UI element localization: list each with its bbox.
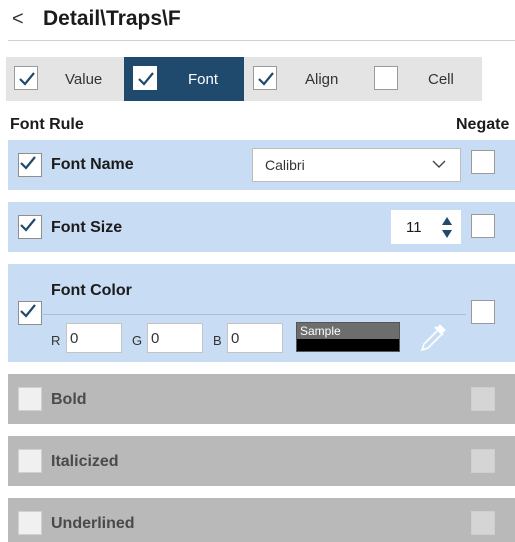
checkmark-icon <box>258 72 274 86</box>
font-color-checkbox[interactable] <box>18 301 42 325</box>
italic-checkbox[interactable] <box>18 449 42 473</box>
font-name-row: Font Name Calibri <box>8 140 515 190</box>
blue-label: B <box>213 333 222 348</box>
color-sample-swatch <box>297 339 399 351</box>
tab-align[interactable]: Align <box>244 57 364 101</box>
tab-value-checkbox[interactable] <box>14 66 38 90</box>
tab-cell-label: Cell <box>428 71 454 88</box>
font-name-select[interactable]: Calibri <box>252 148 461 182</box>
italic-row: Italicized <box>8 436 515 486</box>
back-chevron-icon[interactable]: < <box>12 8 24 31</box>
underline-negate-checkbox[interactable] <box>471 511 495 535</box>
tab-align-checkbox[interactable] <box>253 66 277 90</box>
checkmark-icon <box>138 72 154 86</box>
color-sample-label: Sample <box>300 324 341 338</box>
header-divider <box>8 40 515 41</box>
italic-label: Italicized <box>51 453 119 470</box>
header: < Detail\Traps\F <box>0 0 515 42</box>
checkmark-icon <box>20 218 36 232</box>
font-size-label: Font Size <box>51 219 123 236</box>
checkmark-icon <box>20 156 36 170</box>
blue-value: 0 <box>231 330 240 347</box>
eyedropper-icon[interactable] <box>418 322 448 354</box>
tab-font-checkbox[interactable] <box>133 66 157 90</box>
red-label: R <box>51 333 61 348</box>
tab-cell-checkbox[interactable] <box>374 66 398 90</box>
green-label: G <box>132 333 143 348</box>
up-down-arrows-icon[interactable] <box>441 216 453 240</box>
tab-value-label: Value <box>65 71 103 88</box>
bold-label: Bold <box>51 391 87 408</box>
bold-row: Bold <box>8 374 515 424</box>
tab-align-label: Align <box>305 71 339 88</box>
font-size-checkbox[interactable] <box>18 215 42 239</box>
green-input[interactable]: 0 <box>147 323 203 353</box>
red-input[interactable]: 0 <box>66 323 122 353</box>
font-color-row: Font Color R 0 G 0 B 0 Sample <box>8 264 515 362</box>
tab-value[interactable]: Value <box>6 57 124 101</box>
bold-checkbox[interactable] <box>18 387 42 411</box>
rule-tabs: Value Font Align Cell <box>6 57 482 101</box>
page-title: Detail\Traps\F <box>43 7 181 30</box>
tab-cell[interactable]: Cell <box>364 57 482 101</box>
font-size-row: Font Size 11 <box>8 202 515 252</box>
checkmark-icon <box>19 72 35 86</box>
checkmark-icon <box>20 304 36 318</box>
italic-negate-checkbox[interactable] <box>471 449 495 473</box>
font-size-negate-checkbox[interactable] <box>471 214 495 238</box>
font-rule-heading: Font Rule <box>10 116 84 133</box>
font-size-value: 11 <box>406 219 422 236</box>
green-value: 0 <box>151 330 160 347</box>
font-size-stepper[interactable]: 11 <box>391 210 461 244</box>
bold-negate-checkbox[interactable] <box>471 387 495 411</box>
font-color-label: Font Color <box>51 282 132 299</box>
blue-input[interactable]: 0 <box>227 323 283 353</box>
underline-row: Underlined <box>8 498 515 542</box>
font-name-value: Calibri <box>265 157 305 173</box>
underline-checkbox[interactable] <box>18 511 42 535</box>
font-name-label: Font Name <box>51 156 134 173</box>
negate-heading: Negate <box>456 116 510 133</box>
tab-font[interactable]: Font <box>124 57 244 101</box>
font-color-negate-checkbox[interactable] <box>471 300 495 324</box>
tab-font-label: Font <box>188 71 219 88</box>
font-name-negate-checkbox[interactable] <box>471 150 495 174</box>
underline-label: Underlined <box>51 515 135 532</box>
red-value: 0 <box>70 330 79 347</box>
font-name-checkbox[interactable] <box>18 153 42 177</box>
chevron-down-icon <box>432 160 446 168</box>
font-color-divider <box>41 314 466 315</box>
color-sample: Sample <box>296 322 400 352</box>
